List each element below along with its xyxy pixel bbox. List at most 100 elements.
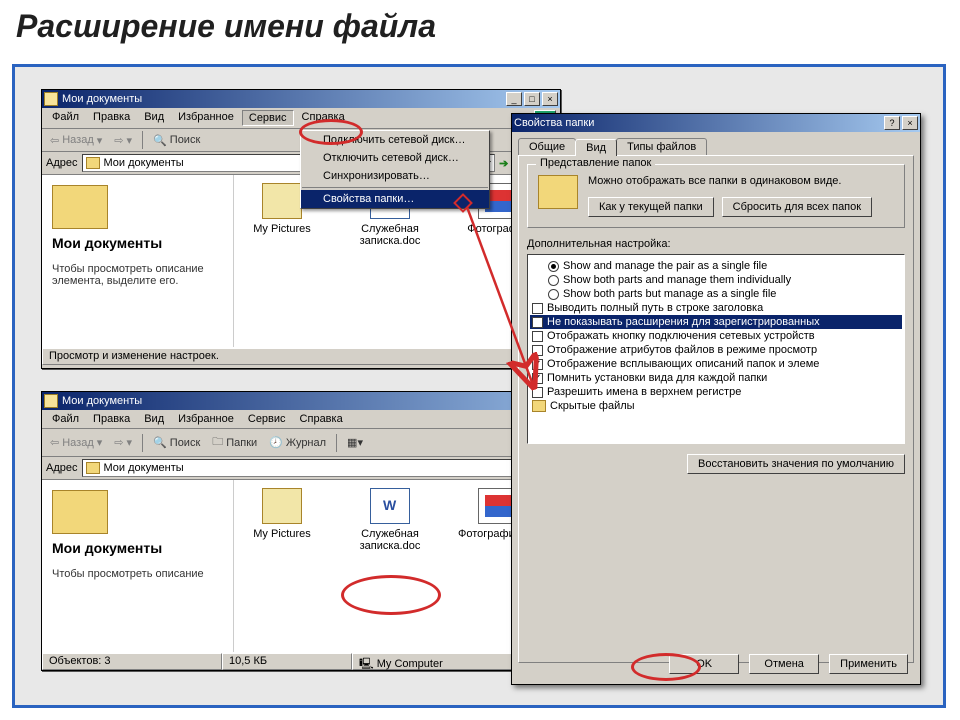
forward-button[interactable]: ⇨ ▾ [110, 434, 136, 451]
forward-button[interactable]: ⇨ ▾ [110, 132, 136, 149]
dialog-title: Свойства папки [514, 117, 594, 129]
menu-item-folder-options[interactable]: Свойства папки… [301, 190, 489, 208]
checkbox-icon[interactable] [532, 317, 543, 328]
option-label: Отображение всплывающих описаний папок и… [547, 358, 819, 370]
reset-all-button[interactable]: Сбросить для всех папок [722, 197, 872, 217]
status-bar: Просмотр и изменение настроек. [42, 347, 560, 365]
menu-item-sync[interactable]: Синхронизировать… [301, 167, 489, 185]
menu-service[interactable]: Сервис [242, 110, 294, 126]
menu-view[interactable]: Вид [138, 412, 170, 426]
minimize-button[interactable]: _ [506, 92, 522, 106]
menu-view[interactable]: Вид [138, 110, 170, 126]
folders-button[interactable]: 🗀 Папки [208, 431, 261, 454]
window-title: Мои документы [62, 395, 142, 407]
file-item[interactable]: My Pictures [242, 488, 322, 540]
folder-large-icon [52, 185, 108, 229]
checkbox-icon[interactable] [532, 387, 543, 398]
search-button[interactable]: 🔍 Поиск [149, 434, 204, 451]
address-value: Мои документы [104, 462, 184, 474]
explorer-window-top: Мои документы _ □ × Файл Правка Вид Избр… [41, 89, 561, 369]
doc-icon [370, 488, 410, 524]
info-panel: Мои документы Чтобы просмотреть описание [42, 480, 234, 652]
file-item[interactable]: Служебная записка.doc [350, 488, 430, 552]
menu-item-connect[interactable]: Подключить сетевой диск… [301, 131, 489, 149]
checkbox-icon[interactable] [532, 359, 543, 370]
address-label: Адрес [46, 157, 78, 169]
back-button[interactable]: ⇦ Назад ▾ [46, 132, 106, 149]
option-row[interactable]: Show both parts and manage them individu… [530, 273, 902, 287]
tab-general[interactable]: Общие [518, 138, 576, 155]
apply-button[interactable]: Применить [829, 654, 908, 674]
ok-button[interactable]: OK [669, 654, 739, 674]
radio-icon[interactable] [548, 261, 559, 272]
menu-edit[interactable]: Правка [87, 110, 136, 126]
folder-icon [44, 92, 58, 106]
checkbox-icon[interactable] [532, 373, 543, 384]
panel-heading: Мои документы [52, 540, 223, 556]
search-button[interactable]: 🔍 Поиск [149, 132, 204, 149]
folder-icon [262, 488, 302, 524]
checkbox-icon[interactable] [532, 345, 543, 356]
address-value: Мои документы [104, 157, 184, 169]
option-row[interactable]: Не показывать расширения для зарегистрир… [530, 315, 902, 329]
menu-item-disconnect[interactable]: Отключить сетевой диск… [301, 149, 489, 167]
folder-icon [86, 157, 100, 169]
menu-service[interactable]: Сервис [242, 412, 292, 426]
status-text: Просмотр и изменение настроек. [42, 348, 560, 365]
cancel-button[interactable]: Отмена [749, 654, 819, 674]
menu-file[interactable]: Файл [46, 110, 85, 126]
menubar: Файл Правка Вид Избранное Сервис Справка [42, 108, 560, 129]
menu-file[interactable]: Файл [46, 412, 85, 426]
option-label: Отображение атрибутов файлов в режиме пр… [547, 344, 817, 356]
page-title: Расширение имени файла [0, 0, 960, 49]
like-current-button[interactable]: Как у текущей папки [588, 197, 714, 217]
option-label: Помнить установки вида для каждой папки [547, 372, 767, 384]
service-dropdown: Подключить сетевой диск… Отключить сетев… [300, 130, 490, 209]
journal-button[interactable]: 🕗 Журнал [265, 434, 330, 451]
close-button[interactable]: × [542, 92, 558, 106]
option-row[interactable]: Скрытые файлы [530, 399, 902, 413]
folder-icon [44, 394, 58, 408]
radio-icon[interactable] [548, 289, 559, 300]
option-row[interactable]: Выводить полный путь в строке заголовка [530, 301, 902, 315]
titlebar[interactable]: Мои документы _ □ × [42, 90, 560, 108]
go-icon[interactable]: ➔ [499, 157, 508, 170]
tab-filetypes[interactable]: Типы файлов [616, 138, 707, 155]
views-button[interactable]: ▦▾ [343, 434, 367, 451]
help-button[interactable]: ? [884, 116, 900, 130]
option-row[interactable]: Show and manage the pair as a single fil… [530, 259, 902, 273]
advanced-settings-list[interactable]: Show and manage the pair as a single fil… [527, 254, 905, 444]
option-row[interactable]: Отображение всплывающих описаний папок и… [530, 357, 902, 371]
address-field[interactable]: Мои документы [82, 459, 580, 477]
menu-help[interactable]: Справка [294, 412, 349, 426]
checkbox-icon[interactable] [532, 303, 543, 314]
option-label: Show both parts but manage as a single f… [563, 288, 776, 300]
folder-icon[interactable] [532, 400, 546, 412]
option-row[interactable]: Отображать кнопку подключения сетевых ус… [530, 329, 902, 343]
option-label: Show both parts and manage them individu… [563, 274, 791, 286]
folder-options-dialog: Свойства папки ? × Общие Вид Типы файлов… [511, 113, 921, 685]
back-button[interactable]: ⇦ Назад ▾ [46, 434, 106, 451]
restore-defaults-button[interactable]: Восстановить значения по умолчанию [687, 454, 905, 474]
menu-fav[interactable]: Избранное [172, 110, 240, 126]
radio-icon[interactable] [548, 275, 559, 286]
menu-edit[interactable]: Правка [87, 412, 136, 426]
option-row[interactable]: Помнить установки вида для каждой папки [530, 371, 902, 385]
tab-view[interactable]: Вид [575, 139, 617, 156]
option-row[interactable]: Show both parts but manage as a single f… [530, 287, 902, 301]
close-button[interactable]: × [902, 116, 918, 130]
folder-icon [262, 183, 302, 219]
option-label: Отображать кнопку подключения сетевых ус… [547, 330, 815, 342]
option-row[interactable]: Разрешить имена в верхнем регистре [530, 385, 902, 399]
dialog-titlebar[interactable]: Свойства папки ? × [512, 114, 920, 132]
group-text: Можно отображать все папки в одинаковом … [588, 175, 894, 187]
menu-help[interactable]: Справка [296, 110, 351, 126]
advanced-label: Дополнительная настройка: [527, 238, 905, 250]
menu-fav[interactable]: Избранное [172, 412, 240, 426]
option-label: Выводить полный путь в строке заголовка [547, 302, 763, 314]
option-row[interactable]: Отображение атрибутов файлов в режиме пр… [530, 343, 902, 357]
maximize-button[interactable]: □ [524, 92, 540, 106]
folder-large-icon [52, 490, 108, 534]
checkbox-icon[interactable] [532, 331, 543, 342]
folder-icon [538, 175, 578, 209]
